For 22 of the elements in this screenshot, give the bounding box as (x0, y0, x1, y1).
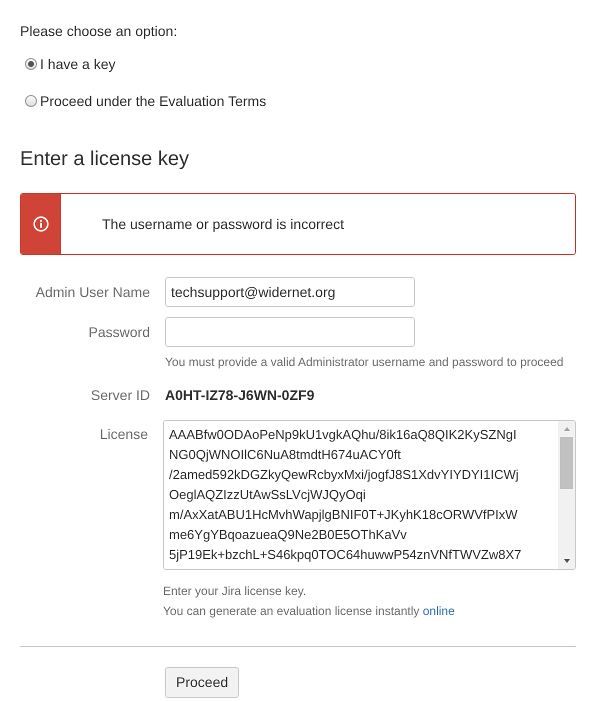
field-label: License (98, 425, 148, 444)
error-message: The username or password is incorrect (102, 214, 344, 234)
radio-icon[interactable] (25, 58, 37, 70)
field-label: Password (88, 322, 150, 342)
online-link[interactable]: online (422, 604, 455, 618)
field-label: Admin User Name (34, 282, 150, 302)
proceed-button[interactable]: Proceed (165, 667, 240, 698)
server-id: A0HT-IZ78-J6WN-0ZF9 (165, 386, 314, 405)
section-heading: Enter a license key (20, 147, 190, 171)
field-label: Server ID (90, 386, 150, 405)
scrollbar[interactable] (558, 421, 575, 569)
input-field[interactable] (165, 317, 415, 347)
radio-option[interactable]: Proceed under the Evaluation Terms (25, 91, 266, 111)
radio-icon[interactable] (25, 95, 37, 107)
help-text: Enter your Jira license key. (163, 583, 308, 600)
help-text: You must provide a valid Administrator username and password to proceed (165, 354, 564, 371)
license-textarea[interactable]: AAABfw0ODAoPeNp9kU1vgkAQhu/8ik16aQ8QIK2KySZNgI NG0QjWNOIlC6NuA8tmdtH674uACY0ft /2amed592kDGZkyQewRcbyxMxi/jogfJ8S1XdvYIYDYI1ICWj OeglAQZIzzUtAwSsLVcjWJQyOqi m/AxXatABU1HcMvhWapjlgBNIF0T+JKyhK18cORWVfPIxW me6YgYBqoazueaQ9Ne2B0E5OThKaVv 5jP19Ek+bzchL+S46kpq0TOC64huwwP54znVNfTWVZw8X7 (163, 420, 576, 570)
help-text: You can generate an evaluation license instantly online (163, 603, 456, 620)
info-icon (33, 216, 49, 232)
input-field[interactable]: techsupport@widernet.org (165, 277, 415, 307)
option-prompt: Please choose an option: (20, 22, 178, 41)
radio-option[interactable]: I have a key (25, 54, 116, 74)
